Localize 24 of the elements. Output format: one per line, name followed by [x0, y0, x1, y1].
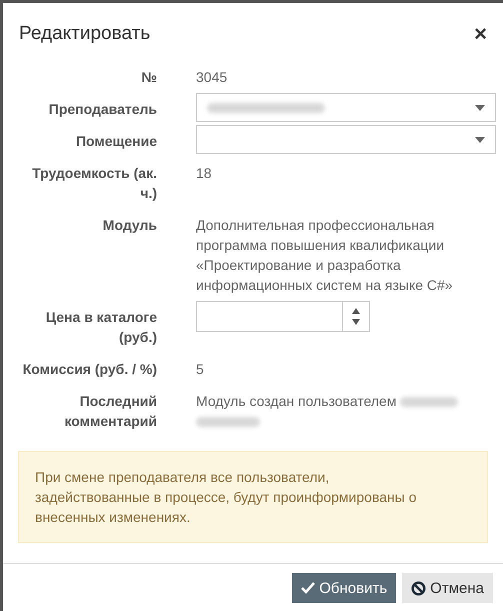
number-field[interactable] — [196, 301, 370, 332]
field-label: Помещение — [74, 132, 157, 151]
field-label: Преподаватель — [48, 100, 157, 119]
field-value: Дополнительная профессиональная программа повышения квалификации «Проектирование и разработка информационных систем на языке C#» — [196, 216, 454, 295]
field-label: Комиссия (руб. / %) — [22, 360, 157, 379]
dialog-title: Редактировать — [19, 23, 150, 45]
field-label: № — [140, 68, 157, 87]
select-field[interactable] — [196, 125, 496, 154]
field-value: 18 — [196, 164, 213, 183]
field-label: Модуль — [102, 216, 157, 235]
select-field[interactable] — [196, 93, 496, 122]
field-value: Модуль создан пользователем — [196, 393, 398, 409]
caret-icon — [475, 136, 485, 142]
cancel-button[interactable]: Отмена — [402, 573, 493, 603]
field-label: Цена в каталоге (руб.) — [44, 308, 157, 347]
caret-icon — [475, 104, 485, 110]
field-value: 5 — [196, 360, 205, 379]
field-label: Трудоемкость (ак. ч.) — [31, 164, 157, 203]
field-value: 3045 — [196, 68, 228, 87]
check-icon — [301, 581, 316, 595]
ban-icon — [411, 580, 426, 596]
field-label: Последний комментарий — [63, 392, 157, 431]
update-button[interactable]: Обновить — [292, 573, 396, 603]
warning-alert: При смене преподавателя все пользователи, задействованные в процессе, будут проинформированы о внесенных изменениях. — [18, 451, 488, 543]
